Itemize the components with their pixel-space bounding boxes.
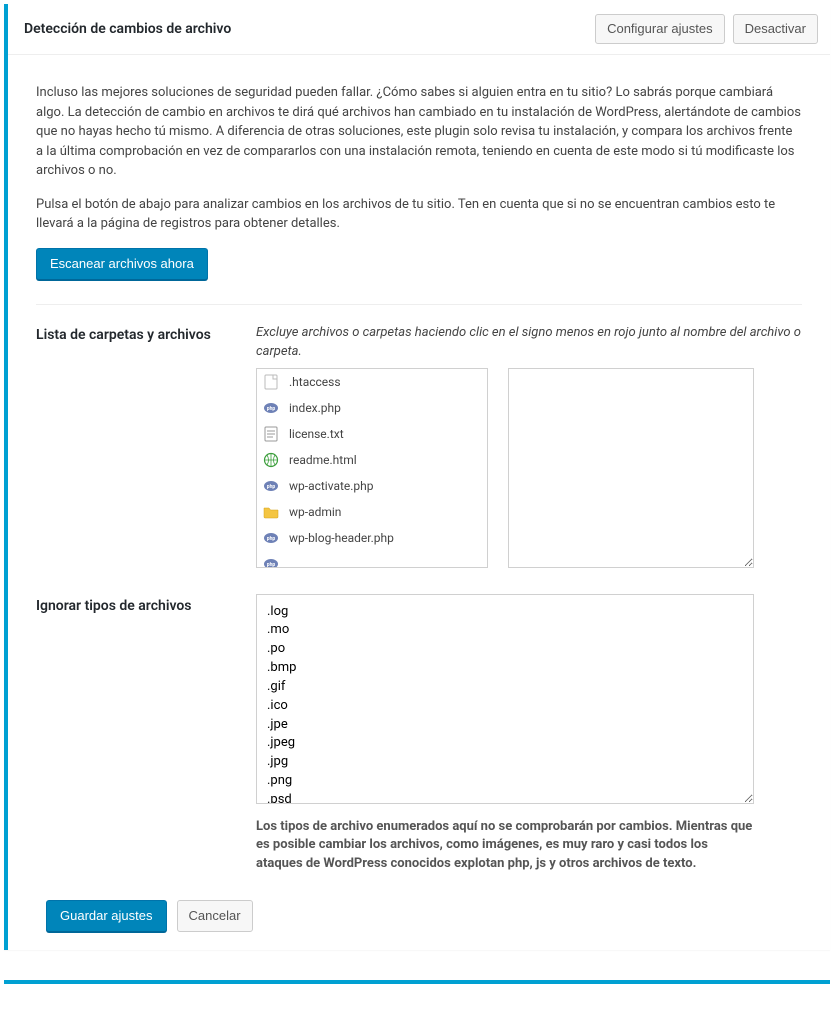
file-item-label: license.txt xyxy=(289,427,344,441)
file-item-label: .htaccess xyxy=(289,375,341,389)
svg-text:php: php xyxy=(267,406,276,412)
folders-hint: Excluye archivos o carpetas haciendo cli… xyxy=(256,323,802,362)
configure-settings-button[interactable]: Configurar ajustes xyxy=(595,14,725,44)
php-icon: php xyxy=(263,556,279,568)
save-settings-button[interactable]: Guardar ajustes xyxy=(46,900,167,932)
ignore-field: Los tipos de archivo enumerados aquí no … xyxy=(256,594,802,875)
intro-text: Incluso las mejores soluciones de seguri… xyxy=(36,83,802,234)
php-icon: php xyxy=(263,478,279,494)
file-item[interactable]: php index.php xyxy=(257,395,487,421)
header-buttons: Configurar ajustes Desactivar xyxy=(595,14,818,44)
scan-files-button[interactable]: Escanear archivos ahora xyxy=(36,248,208,280)
file-item[interactable]: php wp-blog-header.php xyxy=(257,525,487,551)
file-list-box[interactable]: .htaccess php index.php license.txt readme.h… xyxy=(256,368,488,568)
folders-two-columns: .htaccess php index.php license.txt readme.h… xyxy=(256,368,802,568)
intro-paragraph-1: Incluso las mejores soluciones de seguri… xyxy=(36,83,802,181)
file-item[interactable]: readme.html xyxy=(257,447,487,473)
intro-paragraph-2: Pulsa el botón de abajo para analizar ca… xyxy=(36,195,802,234)
svg-text:php: php xyxy=(267,562,276,568)
ignore-label: Ignorar tipos de archivos xyxy=(36,594,256,875)
file-item[interactable]: php wp-activate.php xyxy=(257,473,487,499)
ignore-row: Ignorar tipos de archivos Los tipos de a… xyxy=(36,594,802,875)
php-icon: php xyxy=(263,530,279,546)
panel-title: Detección de cambios de archivo xyxy=(24,21,595,37)
file-item[interactable]: php xyxy=(257,551,487,568)
file-item[interactable]: license.txt xyxy=(257,421,487,447)
html-icon xyxy=(263,452,279,468)
ignore-note: Los tipos de archivo enumerados aquí no … xyxy=(256,818,756,875)
panel-header: Detección de cambios de archivo Configur… xyxy=(8,4,830,55)
exclude-textarea[interactable] xyxy=(508,368,754,568)
txt-icon xyxy=(263,426,279,442)
file-item-label: wp-blog-header.php xyxy=(289,531,394,545)
next-panel-top-border xyxy=(4,980,830,984)
file-item-label: wp-admin xyxy=(289,505,341,519)
folder-icon xyxy=(263,504,279,520)
file-change-detection-panel: Detección de cambios de archivo Configur… xyxy=(4,4,830,950)
form-actions: Guardar ajustes Cancelar xyxy=(36,900,802,932)
panel-body: Incluso las mejores soluciones de seguri… xyxy=(8,55,830,950)
php-icon: php xyxy=(263,400,279,416)
file-item[interactable]: wp-admin xyxy=(257,499,487,525)
file-item-label: readme.html xyxy=(289,453,357,467)
folders-row: Lista de carpetas y archivos Excluye arc… xyxy=(36,323,802,568)
divider xyxy=(36,304,802,305)
file-item[interactable]: .htaccess xyxy=(257,369,487,395)
ignore-types-textarea[interactable] xyxy=(256,594,754,804)
deactivate-button[interactable]: Desactivar xyxy=(733,14,818,44)
folders-field: Excluye archivos o carpetas haciendo cli… xyxy=(256,323,802,568)
file-item-label: wp-activate.php xyxy=(289,479,374,493)
generic-icon xyxy=(263,374,279,390)
svg-text:php: php xyxy=(267,484,276,490)
svg-text:php: php xyxy=(267,536,276,542)
folders-label: Lista de carpetas y archivos xyxy=(36,323,256,568)
cancel-button[interactable]: Cancelar xyxy=(177,900,253,932)
file-item-label: index.php xyxy=(289,401,341,415)
